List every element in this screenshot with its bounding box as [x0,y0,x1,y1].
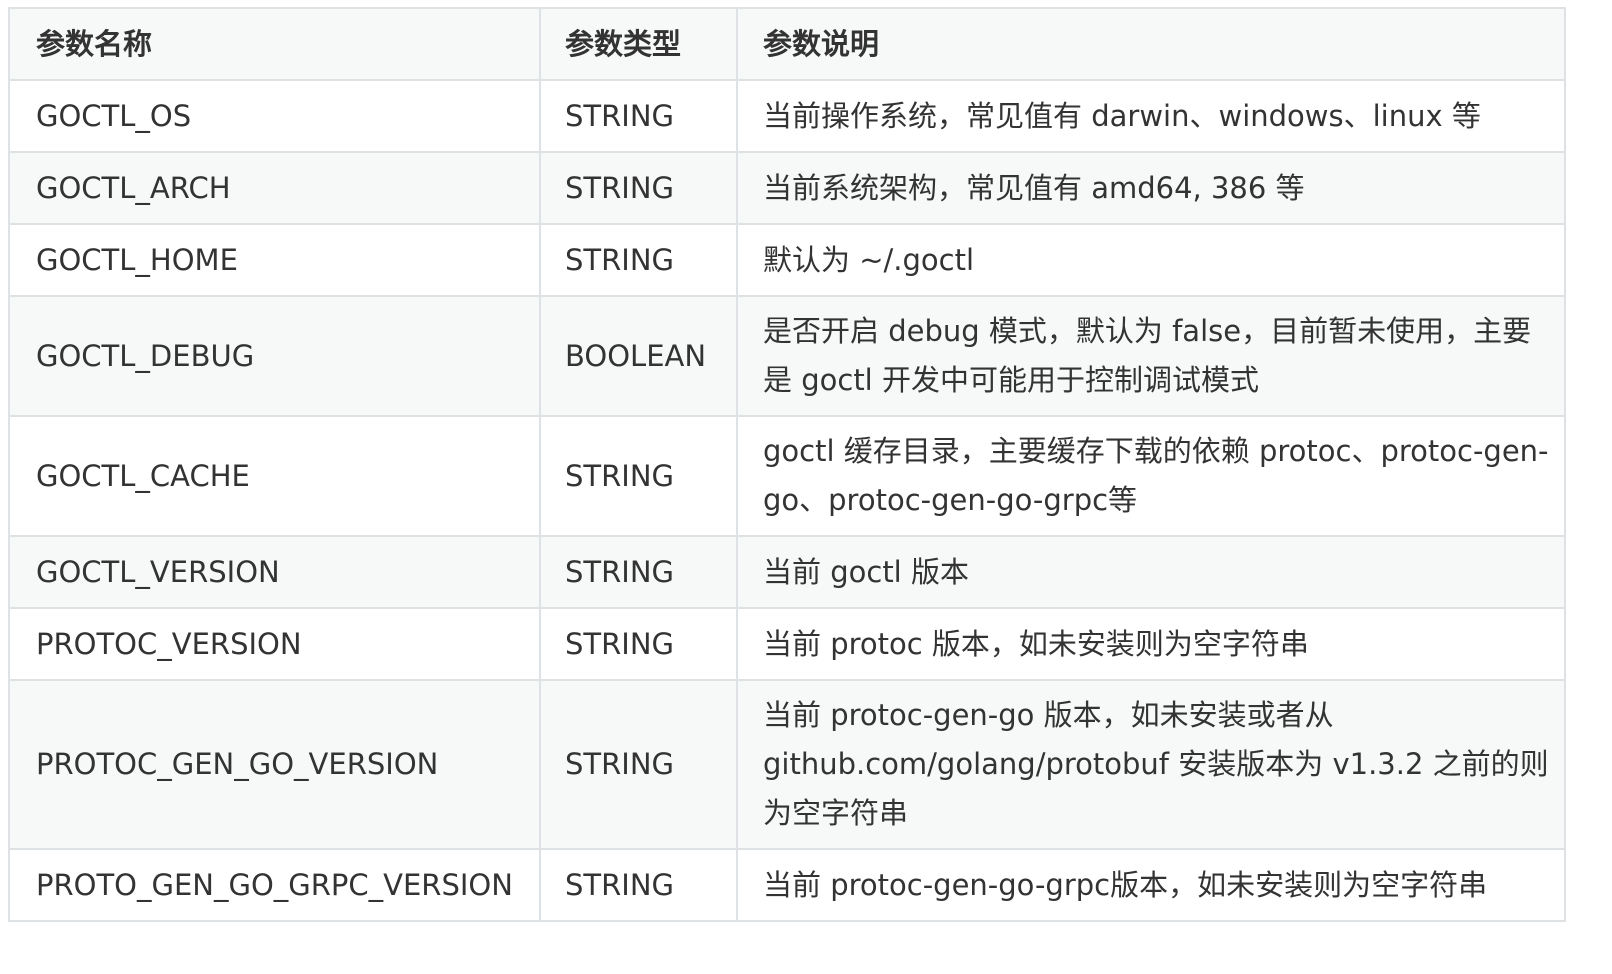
param-name-cell: GOCTL_ARCH [8,151,541,225]
param-name-cell: GOCTL_VERSION [8,535,541,609]
param-name-cell: GOCTL_OS [8,79,541,153]
table-row: PROTOC_VERSION STRING 当前 protoc 版本，如未安装则… [8,607,1566,681]
param-desc-cell: 当前操作系统，常见值有 darwin、windows、linux 等 [736,79,1566,153]
env-params-table-container: 参数名称 参数类型 参数说明 GOCTL_OS STRING 当前操作系统，常见… [8,7,1566,922]
param-type-cell: BOOLEAN [539,295,738,417]
param-name-cell: GOCTL_CACHE [8,415,541,537]
header-param-type: 参数类型 [539,7,738,81]
param-type-cell: STRING [539,535,738,609]
table-row: GOCTL_CACHE STRING goctl 缓存目录，主要缓存下载的依赖 … [8,415,1566,537]
env-params-table: 参数名称 参数类型 参数说明 GOCTL_OS STRING 当前操作系统，常见… [8,7,1566,922]
table-row: GOCTL_HOME STRING 默认为 ~/.goctl [8,223,1566,297]
param-desc-cell: 当前 protoc-gen-go 版本，如未安装或者从 github.com/g… [736,679,1566,850]
param-desc-cell: 当前 goctl 版本 [736,535,1566,609]
table-row: GOCTL_ARCH STRING 当前系统架构，常见值有 amd64, 386… [8,151,1566,225]
table-row: GOCTL_OS STRING 当前操作系统，常见值有 darwin、windo… [8,79,1566,153]
param-type-cell: STRING [539,607,738,681]
param-type-cell: STRING [539,415,738,537]
table-header-row: 参数名称 参数类型 参数说明 [8,7,1566,81]
param-desc-cell: goctl 缓存目录，主要缓存下载的依赖 protoc、protoc-gen-g… [736,415,1566,537]
param-type-cell: STRING [539,79,738,153]
table-row: PROTO_GEN_GO_GRPC_VERSION STRING 当前 prot… [8,848,1566,922]
param-name-cell: PROTOC_VERSION [8,607,541,681]
param-desc-cell: 当前 protoc-gen-go-grpc版本，如未安装则为空字符串 [736,848,1566,922]
table-row: PROTOC_GEN_GO_VERSION STRING 当前 protoc-g… [8,679,1566,850]
param-type-cell: STRING [539,223,738,297]
param-desc-cell: 是否开启 debug 模式，默认为 false，目前暂未使用，主要是 goctl… [736,295,1566,417]
param-desc-cell: 当前 protoc 版本，如未安装则为空字符串 [736,607,1566,681]
param-desc-cell: 当前系统架构，常见值有 amd64, 386 等 [736,151,1566,225]
header-param-name: 参数名称 [8,7,541,81]
param-desc-cell: 默认为 ~/.goctl [736,223,1566,297]
param-name-cell: PROTO_GEN_GO_GRPC_VERSION [8,848,541,922]
param-name-cell: GOCTL_DEBUG [8,295,541,417]
param-type-cell: STRING [539,848,738,922]
header-param-desc: 参数说明 [736,7,1566,81]
param-name-cell: PROTOC_GEN_GO_VERSION [8,679,541,850]
param-name-cell: GOCTL_HOME [8,223,541,297]
table-row: GOCTL_VERSION STRING 当前 goctl 版本 [8,535,1566,609]
table-row: GOCTL_DEBUG BOOLEAN 是否开启 debug 模式，默认为 fa… [8,295,1566,417]
param-type-cell: STRING [539,679,738,850]
param-type-cell: STRING [539,151,738,225]
